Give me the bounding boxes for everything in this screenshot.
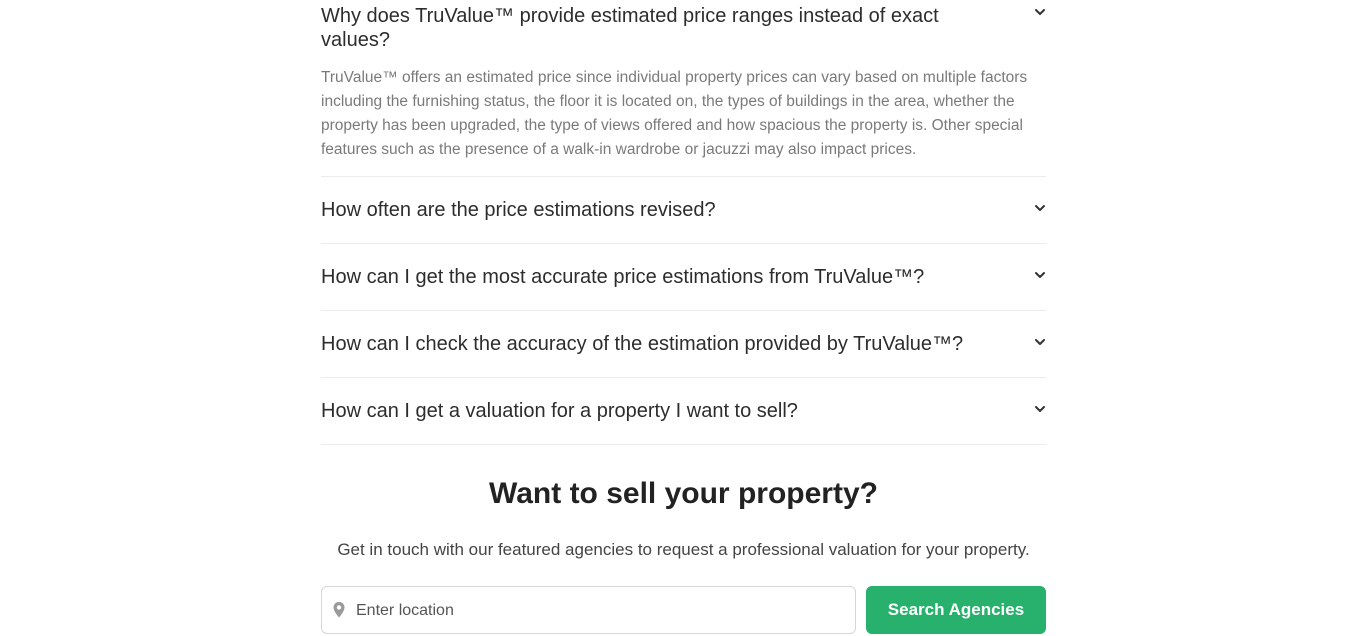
faq-item[interactable]: How often are the price estimations revi… [321, 177, 1046, 244]
chevron-down-icon[interactable] [1034, 202, 1046, 214]
faq-question[interactable]: How can I check the accuracy of the esti… [321, 311, 1046, 377]
location-pin-icon [332, 601, 346, 619]
location-search-box[interactable] [321, 586, 856, 634]
faq-section: Why does TruValue™ provide estimated pri… [321, 0, 1046, 634]
section-title: Want to sell your property? [489, 477, 878, 510]
search-agencies-button[interactable]: Search Agencies [866, 586, 1046, 634]
chevron-down-icon[interactable] [1034, 6, 1046, 18]
faq-question[interactable]: How can I get the most accurate price es… [321, 244, 1046, 310]
chevron-down-icon[interactable] [1034, 269, 1046, 281]
faq-question[interactable]: How often are the price estimations revi… [321, 177, 1046, 243]
faq-answer: TruValue™ offers an estimated price sinc… [321, 69, 1028, 158]
sell-property-section: Want to sell your property? Get in touch… [321, 475, 1046, 634]
location-search-input[interactable] [354, 595, 838, 627]
faq-item[interactable]: How can I check the accuracy of the esti… [321, 311, 1046, 378]
section-subtitle: Get in touch with our featured agencies … [337, 540, 1030, 559]
faq-item[interactable]: How can I get the most accurate price es… [321, 244, 1046, 311]
faq-item[interactable]: How can I get a valuation for a property… [321, 378, 1046, 445]
chevron-down-icon[interactable] [1034, 403, 1046, 415]
faq-item[interactable]: Why does TruValue™ provide estimated pri… [321, 0, 1046, 177]
faq-question[interactable]: How can I get a valuation for a property… [321, 378, 1046, 444]
chevron-down-icon[interactable] [1034, 336, 1046, 348]
faq-question[interactable]: Why does TruValue™ provide estimated pri… [321, 0, 1046, 66]
agency-search-form: Search Agencies [321, 586, 1046, 636]
